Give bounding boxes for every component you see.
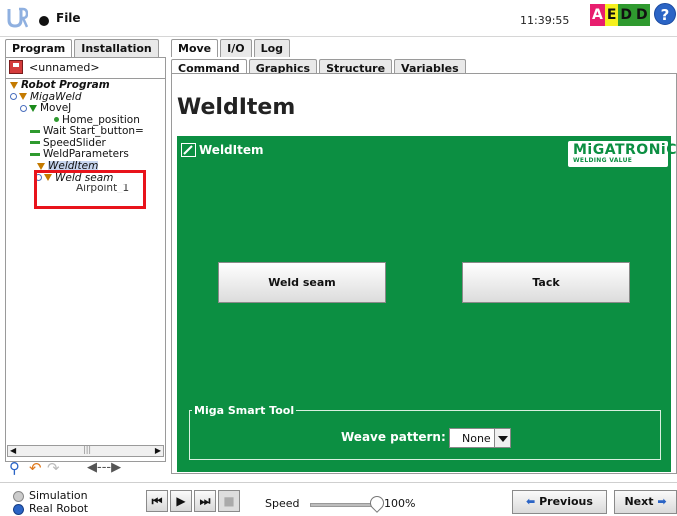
weld-seam-button[interactable]: Weld seam xyxy=(218,262,386,303)
page-title: WeldItem xyxy=(177,95,296,120)
command-icon xyxy=(30,129,40,133)
speed-label: Speed xyxy=(265,497,300,510)
step-button[interactable]: ⏭ xyxy=(194,490,216,512)
real-robot-radio[interactable]: Real Robot xyxy=(13,502,88,515)
file-menu-icon[interactable] xyxy=(39,16,49,26)
weave-pattern-label: Weave pattern: xyxy=(341,430,446,444)
play-icon: ▶ xyxy=(176,494,186,508)
expand-icon[interactable] xyxy=(10,93,17,100)
tab-io[interactable]: I/O xyxy=(220,39,252,57)
command-icon xyxy=(30,152,40,156)
tree-item-speedslider[interactable]: SpeedSlider xyxy=(10,138,166,150)
stop-button[interactable]: ■ xyxy=(218,490,240,512)
move-icon xyxy=(29,104,37,112)
radio-on-icon[interactable] xyxy=(13,503,24,515)
save-icon[interactable] xyxy=(9,60,23,74)
tree-item-home-position[interactable]: Home_position xyxy=(10,115,166,127)
weave-pattern-value: None xyxy=(462,432,491,445)
arrow-right-icon: ➡ xyxy=(657,495,667,508)
step-icon: ⏭ xyxy=(199,494,211,508)
previous-button[interactable]: ⬅ Previous xyxy=(512,490,607,514)
brand-name: MiGATRONiC xyxy=(573,142,677,158)
stop-icon: ■ xyxy=(223,494,235,508)
tab-log[interactable]: Log xyxy=(253,39,291,57)
tree-item-robot-program[interactable]: Robot Program xyxy=(10,80,166,92)
waypoint-icon xyxy=(54,117,59,122)
horizontal-scrollbar[interactable]: ◀ ||| ▶ xyxy=(7,445,164,457)
folder-icon xyxy=(37,162,45,170)
arrow-left-icon: ⬅ xyxy=(526,495,536,508)
search-icon[interactable]: ⚲ xyxy=(9,459,20,477)
speed-slider[interactable] xyxy=(310,503,372,507)
aedd-badge: AEDD xyxy=(590,4,650,26)
tree-item-movej[interactable]: MoveJ xyxy=(10,103,166,115)
undo-icon[interactable]: ↶ xyxy=(29,459,42,477)
aedd-letter-d2: D xyxy=(634,4,650,26)
divider xyxy=(5,78,166,79)
edit-icon xyxy=(181,143,196,157)
aedd-letter-d1: D xyxy=(618,4,635,26)
expand-icon[interactable] xyxy=(20,104,27,112)
folder-icon xyxy=(10,81,18,89)
scroll-right-icon[interactable]: ▶ xyxy=(155,446,161,455)
tab-installation[interactable]: Installation xyxy=(74,39,159,57)
tree-toolbar: ⚲ ↶ ↷ ◀‑‑‑▶ xyxy=(7,459,164,479)
main-tab-row: Program Installation xyxy=(5,39,161,57)
main-tab-row-right: Move I/O Log xyxy=(171,39,292,57)
tree-item-migaweld[interactable]: MigaWeld xyxy=(10,92,166,104)
program-name-bar: <unnamed> xyxy=(7,58,164,78)
top-bar xyxy=(0,0,677,37)
highlight-annotation xyxy=(34,170,146,209)
command-icon xyxy=(30,141,40,144)
skip-back-button[interactable]: ⏮ xyxy=(146,490,168,512)
folder-icon xyxy=(19,93,27,100)
tab-move[interactable]: Move xyxy=(171,39,219,57)
tab-program[interactable]: Program xyxy=(5,39,73,57)
brand-tagline: WELDING VALUE xyxy=(573,157,633,164)
chevron-down-icon[interactable] xyxy=(494,429,510,447)
skip-back-icon: ⏮ xyxy=(151,494,163,508)
file-menu[interactable]: File xyxy=(56,11,81,25)
expand-collapse-icon[interactable]: ◀‑‑‑▶ xyxy=(87,460,121,475)
ur-logo-icon xyxy=(7,7,28,28)
panel-header: WeldItem xyxy=(199,143,264,157)
smart-tool-legend: Miga Smart Tool xyxy=(192,404,297,417)
help-icon[interactable]: ? xyxy=(654,3,676,25)
scroll-left-icon[interactable]: ◀ xyxy=(10,446,16,455)
tack-button[interactable]: Tack xyxy=(462,262,630,303)
next-button[interactable]: Next ➡ xyxy=(614,490,677,514)
program-name: <unnamed> xyxy=(29,61,100,74)
aedd-letter-a: A xyxy=(590,4,605,26)
scroll-thumb[interactable]: ||| xyxy=(83,445,91,454)
migatronic-logo: MiGATRONiC WELDING VALUE xyxy=(568,141,677,167)
tree-item-weldparameters[interactable]: WeldParameters xyxy=(10,149,166,157)
aedd-letter-e: E xyxy=(604,4,619,26)
weave-pattern-select[interactable]: None xyxy=(449,428,511,448)
redo-icon[interactable]: ↷ xyxy=(47,459,60,477)
play-button[interactable]: ▶ xyxy=(170,490,192,512)
simulation-radio[interactable]: Simulation xyxy=(13,489,88,502)
tree-item-wait[interactable]: Wait Start_button= xyxy=(10,126,166,138)
speed-value: 100% xyxy=(384,497,416,510)
clock: 11:39:55 xyxy=(520,14,570,27)
radio-off-icon[interactable] xyxy=(13,490,24,502)
